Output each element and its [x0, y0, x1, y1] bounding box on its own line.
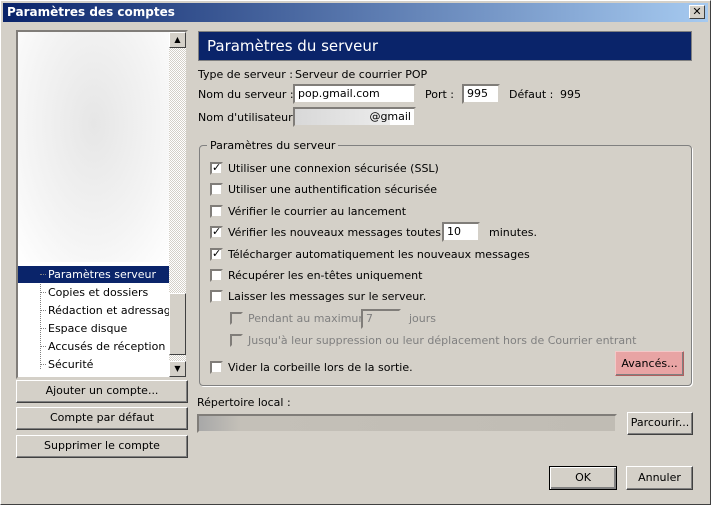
tree-item-copies[interactable]: Copies et dossiers [18, 284, 170, 301]
minutes-label: minutes. [489, 226, 538, 239]
advanced-button[interactable]: Avancés... [615, 351, 684, 376]
headers-only-checkbox[interactable] [210, 269, 223, 282]
tree-item-receipts[interactable]: Accusés de réception [18, 338, 170, 355]
check-interval-checkbox[interactable]: ✓ [210, 226, 223, 239]
empty-trash-checkbox[interactable] [210, 361, 223, 374]
tree-item-security[interactable]: Sécurité [18, 356, 170, 373]
days-label: jours [409, 312, 437, 325]
ssl-checkbox[interactable]: ✓ [210, 162, 223, 175]
username-input[interactable]: @gmail [293, 107, 416, 127]
auto-download-checkbox[interactable]: ✓ [210, 248, 223, 261]
scroll-down-arrow-icon[interactable]: ▼ [169, 361, 186, 377]
secure-auth-label: Utiliser une authentification sécurisée [228, 183, 438, 196]
local-dir-input[interactable] [197, 414, 617, 433]
server-type-label: Type de serveur : [198, 68, 294, 81]
blurred-account-list [18, 32, 170, 262]
auto-download-label: Télécharger automatiquement les nouveaux… [228, 248, 530, 261]
browse-button[interactable]: Parcourir... [627, 412, 693, 435]
check-startup-label: Vérifier le courrier au lancement [228, 205, 407, 218]
headers-only-label: Récupérer les en-têtes uniquement [228, 269, 423, 282]
default-port-value: 995 [560, 88, 581, 101]
server-type-value: Serveur de courrier POP [295, 68, 428, 81]
title-bar: Paramètres des comptes ✕ [3, 3, 708, 22]
group-legend: Paramètres du serveur [207, 139, 339, 152]
check-startup-checkbox[interactable] [210, 205, 223, 218]
scroll-thumb[interactable] [169, 293, 186, 355]
ssl-label: Utiliser une connexion sécurisée (SSL) [228, 162, 439, 175]
window-title: Paramètres des comptes [7, 5, 175, 19]
port-input[interactable]: 995 [462, 84, 500, 104]
local-dir-label: Répertoire local : [197, 396, 291, 409]
until-deleted-checkbox[interactable] [230, 334, 243, 347]
username-label: Nom d'utilisateur : [198, 111, 300, 124]
close-button[interactable]: ✕ [689, 5, 705, 19]
until-deleted-label: Jusqu'à leur suppression ou leur déplace… [248, 334, 637, 347]
set-default-button[interactable]: Compte par défaut [16, 407, 188, 430]
check-interval-label: Vérifier les nouveaux messages toutes le… [228, 226, 460, 239]
server-settings-group [199, 145, 692, 386]
leave-on-server-label: Laisser les messages sur le serveur. [228, 290, 427, 303]
max-days-label: Pendant au maximum [248, 312, 370, 325]
account-tree: Paramètres serveur Copies et dossiers Ré… [16, 30, 188, 379]
server-name-input[interactable]: pop.gmail.com [293, 84, 416, 104]
cancel-button[interactable]: Annuler [626, 466, 693, 490]
default-port-label: Défaut : [509, 88, 554, 101]
max-days-checkbox[interactable] [230, 312, 243, 325]
server-name-label: Nom du serveur : [198, 88, 294, 101]
tree-item-disk-space[interactable]: Espace disque [18, 320, 170, 337]
tree-scrollbar[interactable]: ▲ ▼ [169, 32, 186, 377]
ok-button[interactable]: OK [549, 466, 617, 490]
max-days-input[interactable]: 7 [361, 309, 401, 329]
scroll-up-arrow-icon[interactable]: ▲ [169, 32, 186, 48]
tree-item-composition[interactable]: Rédaction et adressage [18, 302, 178, 319]
tree-item-server-settings[interactable]: Paramètres serveur [18, 266, 170, 283]
secure-auth-checkbox[interactable] [210, 183, 223, 196]
empty-trash-label: Vider la corbeille lors de la sortie. [228, 361, 413, 374]
port-label: Port : [425, 88, 455, 101]
delete-account-button[interactable]: Supprimer le compte [16, 435, 188, 458]
add-account-button[interactable]: Ajouter un compte... [16, 380, 188, 403]
leave-on-server-checkbox[interactable] [210, 290, 223, 303]
panel-title: Paramètres du serveur [198, 31, 692, 61]
interval-minutes-input[interactable]: 10 [442, 222, 480, 242]
